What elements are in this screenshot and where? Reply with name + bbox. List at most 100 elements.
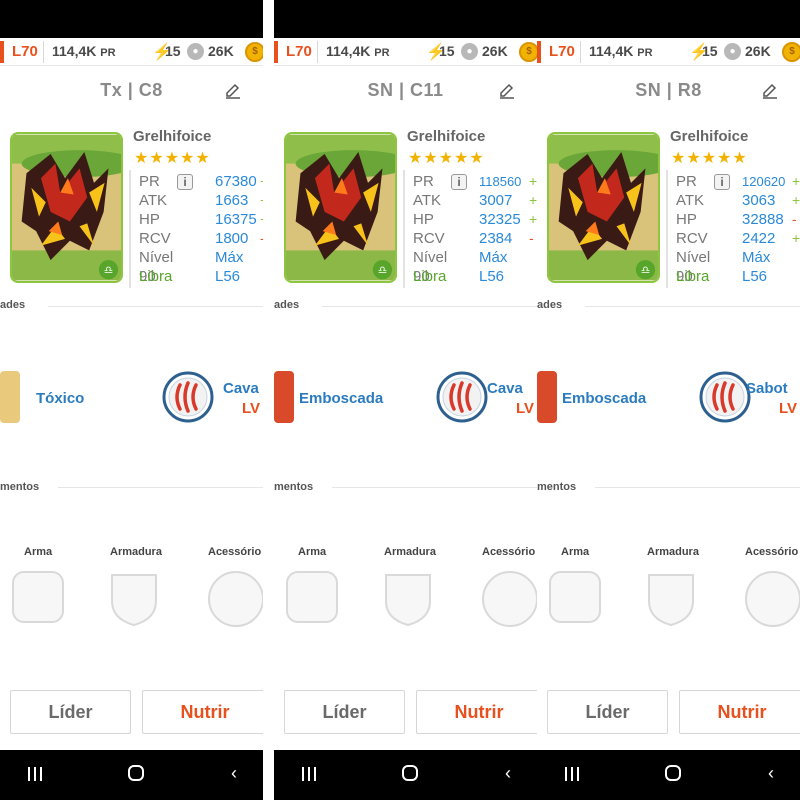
feed-button[interactable]: Nutrir <box>679 690 800 734</box>
pencil-icon[interactable] <box>761 82 779 100</box>
home-icon[interactable] <box>402 765 418 781</box>
svg-text:♎: ♎ <box>378 264 388 277</box>
status-bar-top <box>274 0 537 38</box>
leader-button[interactable]: Líder <box>10 690 131 734</box>
accessory-label: Acessório <box>208 546 262 558</box>
claw-skill-icon[interactable] <box>436 371 488 423</box>
equipment-divider <box>595 487 800 488</box>
info-icon[interactable]: i <box>451 174 467 190</box>
player-level-badge: L70 <box>274 41 318 63</box>
energy-count: 15 <box>439 43 455 59</box>
weapon-slot[interactable] <box>286 571 338 623</box>
dragon-portrait-card[interactable]: ♎ <box>284 132 397 283</box>
rarity-stars: ★★★★★ <box>408 150 485 167</box>
claw-skill-icon[interactable] <box>162 371 214 423</box>
back-icon[interactable]: ‹ <box>505 763 511 784</box>
claw-skill-icon[interactable] <box>699 371 751 423</box>
skill-1-name[interactable]: Tóxico <box>36 390 84 407</box>
stat-table: PR i 118560 + ATK 3007 + HP 32325 + RCV … <box>403 170 537 288</box>
skills-divider <box>585 306 800 307</box>
energy-count: 15 <box>702 43 718 59</box>
skills-section-label: ades <box>274 299 300 311</box>
paw-icon: ● <box>187 43 204 60</box>
accessory-label: Acessório <box>482 546 536 558</box>
recent-apps-icon[interactable] <box>302 767 316 781</box>
dragon-name: Grelhifoice <box>670 128 749 145</box>
back-icon[interactable]: ‹ <box>768 763 774 784</box>
dragon-portrait-image: ♎ <box>12 134 121 281</box>
skill-1-icon[interactable] <box>537 371 557 423</box>
svg-text:♎: ♎ <box>104 264 114 277</box>
skill-2-name[interactable]: Sabot <box>746 380 788 397</box>
weapon-label: Arma <box>298 546 327 558</box>
dragon-portrait-image: ♎ <box>286 134 395 281</box>
recent-apps-icon[interactable] <box>28 767 42 781</box>
resource-bar: L70 114,4K PR ⚡ 15 ● 26K $ <box>0 38 263 66</box>
accessory-label: Acessório <box>745 546 799 558</box>
accessory-slot[interactable] <box>482 571 537 627</box>
weapon-label: Arma <box>24 546 53 558</box>
feed-button[interactable]: Nutrir <box>416 690 537 734</box>
android-nav-bar: ‹ <box>0 750 263 800</box>
resource-bar: L70 114,4K PR ⚡ 15 ● 26K $ <box>274 38 537 66</box>
info-icon[interactable]: i <box>177 174 193 190</box>
gold-coin-icon[interactable]: $ <box>782 42 800 62</box>
accessory-slot[interactable] <box>208 571 263 627</box>
recent-apps-icon[interactable] <box>565 767 579 781</box>
pencil-icon[interactable] <box>498 82 516 100</box>
dragon-name: Grelhifoice <box>133 128 212 145</box>
paw-points: 26K <box>482 43 508 59</box>
player-power: 114,4K PR <box>52 43 116 59</box>
feed-button[interactable]: Nutrir <box>142 690 263 734</box>
armor-label: Armadura <box>110 546 162 558</box>
player-power: 114,4K PR <box>589 43 653 59</box>
team-screen-panel: L70 114,4K PR ⚡ 15 ● 26K $ SN | C11 ♎ Gr… <box>274 0 537 800</box>
rarity-stars: ★★★★★ <box>134 150 211 167</box>
skill-2-level: LV <box>242 400 261 417</box>
android-nav-bar: ‹ <box>537 750 800 800</box>
back-icon[interactable]: ‹ <box>231 763 237 784</box>
home-icon[interactable] <box>128 765 144 781</box>
pencil-icon[interactable] <box>224 82 242 100</box>
armor-slot[interactable] <box>108 571 160 632</box>
energy-count: 15 <box>165 43 181 59</box>
armor-label: Armadura <box>647 546 699 558</box>
equipment-divider <box>332 487 537 488</box>
weapon-slot[interactable] <box>549 571 601 623</box>
equipment-divider <box>58 487 263 488</box>
dragon-portrait-card[interactable]: ♎ <box>10 132 123 283</box>
team-screen-panel: L70 114,4K PR ⚡ 15 ● 26K $ SN | R8 ♎ Gre… <box>537 0 800 800</box>
stat-table: PR i 120620 + ATK 3063 + HP 32888 - RCV … <box>666 170 800 288</box>
android-nav-bar: ‹ <box>274 750 537 800</box>
leader-button[interactable]: Líder <box>284 690 405 734</box>
player-power: 114,4K PR <box>326 43 390 59</box>
paw-points: 26K <box>208 43 234 59</box>
leader-button[interactable]: Líder <box>547 690 668 734</box>
skill-2-name[interactable]: Cava <box>223 380 259 397</box>
info-icon[interactable]: i <box>714 174 730 190</box>
equipment-section-label: mentos <box>0 481 40 493</box>
skills-divider <box>322 306 537 307</box>
skills-section-label: ades <box>537 299 563 311</box>
paw-points: 26K <box>745 43 771 59</box>
skill-1-icon[interactable] <box>0 371 20 423</box>
armor-slot[interactable] <box>645 571 697 632</box>
status-bar-top <box>537 0 800 38</box>
accessory-slot[interactable] <box>745 571 800 627</box>
gold-coin-icon[interactable]: $ <box>245 42 263 62</box>
dragon-name: Grelhifoice <box>407 128 486 145</box>
home-icon[interactable] <box>665 765 681 781</box>
paw-icon: ● <box>724 43 741 60</box>
skill-2-name[interactable]: Cava <box>487 380 523 397</box>
skill-1-name[interactable]: Emboscada <box>562 390 646 407</box>
player-level-badge: L70 <box>0 41 44 63</box>
team-screen-panel: L70 114,4K PR ⚡ 15 ● 26K $ Tx | C8 ♎ Gre… <box>0 0 263 800</box>
armor-slot[interactable] <box>382 571 434 632</box>
gold-coin-icon[interactable]: $ <box>519 42 537 62</box>
dragon-portrait-image: ♎ <box>549 134 658 281</box>
skill-1-name[interactable]: Emboscada <box>299 390 383 407</box>
dragon-portrait-card[interactable]: ♎ <box>547 132 660 283</box>
skill-2-level: LV <box>779 400 798 417</box>
skill-1-icon[interactable] <box>274 371 294 423</box>
weapon-slot[interactable] <box>12 571 64 623</box>
